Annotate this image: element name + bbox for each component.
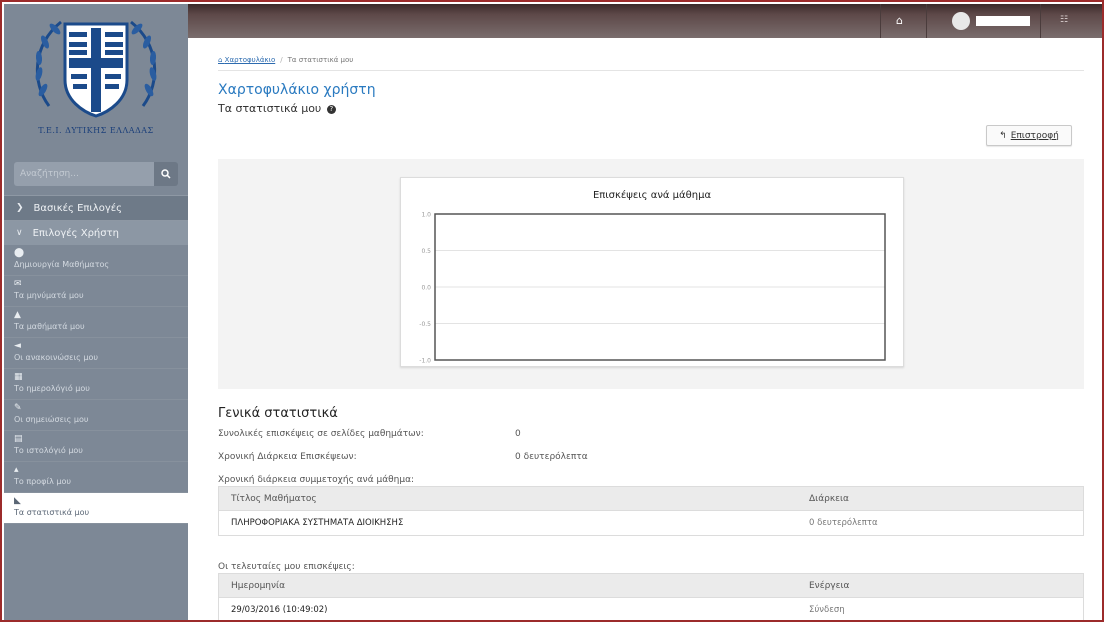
y-tick-label: 0.5 — [421, 248, 431, 255]
last-visits-table: Ημερομηνία Ενέργεια 29/03/2016 (10:49:02… — [218, 573, 1084, 620]
user-icon: ▴ — [14, 465, 19, 475]
visit-duration-value: 0 δευτερόλεπτα — [515, 452, 588, 462]
divider — [1040, 4, 1041, 38]
chevron-right-icon: ❯ — [16, 203, 24, 213]
main-content: ⌂ Χαρτοφυλάκιο / Τα στατιστικά μου Χαρτοφυ… — [202, 38, 1102, 620]
graduation-cap-icon: ▲ — [14, 310, 21, 320]
search-icon — [161, 169, 171, 179]
avatar — [952, 12, 970, 30]
chart-plot: 1.0 0.5 0.0 -0.5 -1.0 — [419, 212, 886, 365]
course-duration-table: Τίτλος Μαθήματος Διάρκεια ΠΛΗΡΟΦΟΡΙΑΚΑ Σ… — [218, 486, 1084, 536]
calendar-icon: ▦ — [14, 372, 23, 382]
sidebar-item-label: Τα μηνύματά μου — [14, 291, 84, 300]
sidebar-item-label: Το ιστολόγιό μου — [14, 446, 83, 455]
institution-name: T.E.I. ΔΥΤΙΚΗΣ ΕΛΛΑΔΑΣ — [38, 126, 154, 135]
sidebar-item-label: Τα μαθήματά μου — [14, 322, 85, 331]
sidebar-item-create-course[interactable]: ⬤ Δημιουργία Μαθήματος — [4, 245, 188, 276]
divider — [926, 4, 927, 38]
greek-emblem-icon — [35, 20, 157, 118]
y-tick-label: 0.0 — [421, 285, 431, 292]
sidebar-item-label: Τα στατιστικά μου — [14, 508, 90, 517]
section-basic-options[interactable]: ❯ Βασικές Επιλογές — [4, 195, 188, 220]
reply-arrow-icon: ↰ — [999, 130, 1007, 141]
total-visits-value: 0 — [515, 429, 521, 439]
breadcrumb: ⌂ Χαρτοφυλάκιο / Τα στατιστικά μου — [218, 56, 354, 64]
plus-circle-icon: ⬤ — [14, 248, 25, 258]
top-bar: ⌂ ☷ — [188, 4, 1102, 38]
settings-toggle-icon[interactable]: ☷ — [1060, 15, 1068, 25]
sidebar-item-courses[interactable]: ▲ Τα μαθήματά μου — [4, 307, 188, 338]
divider — [880, 4, 881, 38]
section-basic-label: Βασικές Επιλογές — [33, 202, 123, 214]
general-stats-title: Γενικά στατιστικά — [218, 406, 338, 421]
page-subtitle-text: Τα στατιστικά μου — [218, 102, 322, 115]
chart-card: Επισκέψεις ανά μάθημα 1.0 0.5 0.0 -0.5 -1.0 — [400, 177, 904, 367]
column-header-action: Ενέργεια — [809, 580, 850, 591]
sidebar-item-label: Το ημερολόγιό μου — [14, 384, 90, 393]
sidebar-item-messages[interactable]: ✉ Τα μηνύματά μου — [4, 276, 188, 307]
last-visits-label: Οι τελευταίες μου επισκέψεις: — [218, 562, 355, 572]
institution-logo: T.E.I. ΔΥΤΙΚΗΣ ΕΛΛΑΔΑΣ — [4, 4, 188, 152]
sidebar-item-calendar[interactable]: ▦ Το ημερολόγιό μου — [4, 369, 188, 400]
per-course-duration-label: Χρονική διάρκεια συμμετοχής ανά μάθημα: — [218, 475, 415, 485]
visit-duration-label: Χρονική Διάρκεια Επισκέψεων: — [218, 452, 357, 462]
section-user-label: Επιλογές Χρήστη — [32, 227, 119, 239]
column-header-course-title: Τίτλος Μαθήματος — [231, 493, 317, 504]
table-row: 29/03/2016 (10:49:02) Σύνδεση — [219, 598, 1083, 620]
home-icon: ⌂ — [218, 56, 225, 64]
sidebar-item-profile[interactable]: ▴ Το προφίλ μου — [4, 462, 188, 493]
area-chart-icon: ◣ — [14, 496, 21, 506]
sidebar-item-notes[interactable]: ✎ Οι σημειώσεις μου — [4, 400, 188, 431]
home-icon[interactable]: ⌂ — [896, 14, 910, 28]
sidebar-item-statistics[interactable]: ◣ Τα στατιστικά μου — [4, 493, 188, 524]
duration-cell: 0 δευτερόλεπτα — [809, 518, 878, 528]
bullhorn-icon: ◄ — [14, 341, 21, 351]
sidebar-item-label: Δημιουργία Μαθήματος — [14, 260, 110, 269]
back-button-label: Επιστροφή — [1010, 130, 1059, 141]
total-visits-label: Συνολικές επισκέψεις σε σελίδες μαθημάτω… — [218, 429, 424, 439]
search-button[interactable] — [154, 162, 178, 186]
breadcrumb-home-label: Χαρτοφυλάκιο — [224, 56, 276, 64]
table-row: ΠΛΗΡΟΦΟΡΙΑΚΑ ΣΥΣΤΗΜΑΤΑ ΔΙΟΙΚΗΣΗΣ 0 δευτε… — [219, 511, 1083, 535]
column-header-duration: Διάρκεια — [809, 493, 849, 504]
search-box — [14, 162, 178, 186]
divider — [218, 70, 1084, 71]
username-redacted — [976, 16, 1030, 26]
course-title-cell: ΠΛΗΡΟΦΟΡΙΑΚΑ ΣΥΣΤΗΜΑΤΑ ΔΙΟΙΚΗΣΗΣ — [231, 518, 404, 528]
help-icon[interactable]: ? — [326, 104, 336, 114]
y-tick-label: -1.0 — [419, 358, 431, 365]
sidebar-item-announcements[interactable]: ◄ Οι ανακοινώσεις μου — [4, 338, 188, 369]
chevron-down-icon: ∨ — [16, 228, 23, 238]
page-subtitle: Τα στατιστικά μου ? — [218, 102, 336, 115]
back-button[interactable]: ↰ Επιστροφή — [986, 125, 1072, 146]
app-frame: T.E.I. ΔΥΤΙΚΗΣ ΕΛΛΑΔΑΣ ❯ Βασικές Επιλογέ… — [0, 0, 1104, 622]
table-header: Τίτλος Μαθήματος Διάρκεια — [219, 487, 1083, 511]
section-user-options[interactable]: ∨ Επιλογές Χρήστη — [4, 220, 188, 245]
breadcrumb-home-link[interactable]: ⌂ Χαρτοφυλάκιο — [218, 56, 275, 64]
y-tick-label: 1.0 — [421, 212, 431, 219]
search-input[interactable] — [14, 162, 154, 186]
table-header: Ημερομηνία Ενέργεια — [219, 574, 1083, 598]
sidebar: T.E.I. ΔΥΤΙΚΗΣ ΕΛΛΑΔΑΣ ❯ Βασικές Επιλογέ… — [4, 4, 188, 620]
edit-icon: ✎ — [14, 403, 22, 413]
blog-icon: ▤ — [14, 434, 23, 444]
sidebar-item-label: Οι ανακοινώσεις μου — [14, 353, 98, 362]
user-menu[interactable] — [952, 12, 1030, 30]
breadcrumb-current: Τα στατιστικά μου — [287, 56, 354, 64]
date-cell: 29/03/2016 (10:49:02) — [231, 605, 328, 615]
y-tick-label: -0.5 — [419, 321, 431, 328]
sidebar-item-label: Το προφίλ μου — [14, 477, 71, 486]
page-title: Χαρτοφυλάκιο χρήστη — [218, 82, 376, 98]
envelope-icon: ✉ — [14, 279, 22, 289]
column-header-date: Ημερομηνία — [231, 580, 286, 591]
action-cell: Σύνδεση — [809, 605, 845, 615]
sidebar-item-blog[interactable]: ▤ Το ιστολόγιό μου — [4, 431, 188, 462]
sidebar-item-label: Οι σημειώσεις μου — [14, 415, 89, 424]
